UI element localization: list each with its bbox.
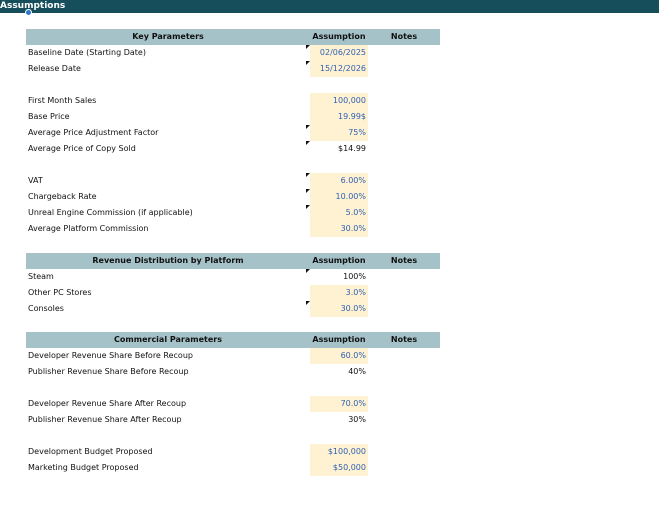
notes-column-header: Notes xyxy=(390,256,418,265)
row-label: Developer Revenue Share After Recoup xyxy=(28,399,187,408)
selection-handle[interactable] xyxy=(25,9,32,16)
row-label: Chargeback Rate xyxy=(28,192,97,201)
assumption-cell[interactable]: 19.99$ xyxy=(310,109,368,125)
assumption-column-header: Assumption xyxy=(312,32,366,41)
assumption-cell[interactable]: 75% xyxy=(310,125,368,141)
table-row[interactable]: Average Price of Copy Sold $14.99 xyxy=(26,141,440,157)
assumption-cell[interactable]: 5.0% xyxy=(310,205,368,221)
row-label: VAT xyxy=(28,176,43,185)
assumption-cell[interactable]: 15/12/2026 xyxy=(310,61,368,77)
key-parameters-header: Key Parameters Assumption Notes xyxy=(26,29,440,45)
table-row[interactable]: Steam 100% xyxy=(26,269,440,285)
row-label: Publisher Revenue Share After Recoup xyxy=(28,415,182,424)
table-row[interactable]: Publisher Revenue Share Before Recoup 40… xyxy=(26,364,440,380)
section-title: Revenue Distribution by Platform xyxy=(92,256,244,265)
revenue-distribution-header: Revenue Distribution by Platform Assumpt… xyxy=(26,253,440,269)
row-label: Average Price of Copy Sold xyxy=(28,144,136,153)
assumption-column-header: Assumption xyxy=(312,335,366,344)
sheet-title-bar xyxy=(0,0,659,13)
commercial-parameters-header: Commercial Parameters Assumption Notes xyxy=(26,332,440,348)
table-row[interactable]: Release Date 15/12/2026 xyxy=(26,61,440,77)
table-row[interactable]: Average Price Adjustment Factor 75% xyxy=(26,125,440,141)
table-row[interactable]: Base Price 19.99$ xyxy=(26,109,440,125)
assumption-cell[interactable]: 60.0% xyxy=(310,348,368,364)
row-label: Unreal Engine Commission (if applicable) xyxy=(28,208,193,217)
row-label: Publisher Revenue Share Before Recoup xyxy=(28,367,189,376)
row-label: Average Platform Commission xyxy=(28,224,149,233)
assumption-column-header: Assumption xyxy=(312,256,366,265)
assumption-cell[interactable]: 30.0% xyxy=(310,301,368,317)
section-title: Commercial Parameters xyxy=(114,335,222,344)
table-row[interactable]: Average Platform Commission 30.0% xyxy=(26,221,440,237)
assumption-cell[interactable]: 30% xyxy=(310,412,368,428)
assumption-cell[interactable]: 70.0% xyxy=(310,396,368,412)
row-label: Consoles xyxy=(28,304,64,313)
assumption-cell[interactable]: 40% xyxy=(310,364,368,380)
row-label: Average Price Adjustment Factor xyxy=(28,128,159,137)
row-label: Other PC Stores xyxy=(28,288,92,297)
assumption-cell[interactable]: $100,000 xyxy=(310,444,368,460)
row-label: Steam xyxy=(28,272,54,281)
assumption-cell[interactable]: $14.99 xyxy=(310,141,368,157)
table-row[interactable]: Baseline Date (Starting Date) 02/06/2025 xyxy=(26,45,440,61)
assumption-cell[interactable]: 6.00% xyxy=(310,173,368,189)
row-label: Developer Revenue Share Before Recoup xyxy=(28,351,193,360)
sheet-title: Assumptions xyxy=(0,1,66,11)
table-row[interactable]: Unreal Engine Commission (if applicable)… xyxy=(26,205,440,221)
table-row[interactable]: Other PC Stores 3.0% xyxy=(26,285,440,301)
assumption-cell[interactable]: 3.0% xyxy=(310,285,368,301)
table-row[interactable]: Chargeback Rate 10.00% xyxy=(26,189,440,205)
assumption-cell[interactable]: 30.0% xyxy=(310,221,368,237)
row-label: Release Date xyxy=(28,64,81,73)
row-label: Baseline Date (Starting Date) xyxy=(28,48,146,57)
assumption-cell[interactable]: 02/06/2025 xyxy=(310,45,368,61)
assumption-cell[interactable]: $50,000 xyxy=(310,460,368,476)
table-row[interactable]: Development Budget Proposed $100,000 xyxy=(26,444,440,460)
row-label: Marketing Budget Proposed xyxy=(28,463,139,472)
assumption-cell[interactable]: 100% xyxy=(310,269,368,285)
table-row[interactable]: Marketing Budget Proposed $50,000 xyxy=(26,460,440,476)
table-row[interactable]: Consoles 30.0% xyxy=(26,301,440,317)
row-label: Development Budget Proposed xyxy=(28,447,153,456)
row-label: Base Price xyxy=(28,112,70,121)
section-title: Key Parameters xyxy=(132,32,204,41)
table-row[interactable]: Publisher Revenue Share After Recoup 30% xyxy=(26,412,440,428)
assumption-cell[interactable]: 100,000 xyxy=(310,93,368,109)
assumption-cell[interactable]: 10.00% xyxy=(310,189,368,205)
table-row[interactable]: Developer Revenue Share After Recoup 70.… xyxy=(26,396,440,412)
notes-column-header: Notes xyxy=(390,32,418,41)
table-row[interactable]: First Month Sales 100,000 xyxy=(26,93,440,109)
row-label: First Month Sales xyxy=(28,96,97,105)
table-row[interactable]: VAT 6.00% xyxy=(26,173,440,189)
table-row[interactable]: Developer Revenue Share Before Recoup 60… xyxy=(26,348,440,364)
notes-column-header: Notes xyxy=(390,335,418,344)
